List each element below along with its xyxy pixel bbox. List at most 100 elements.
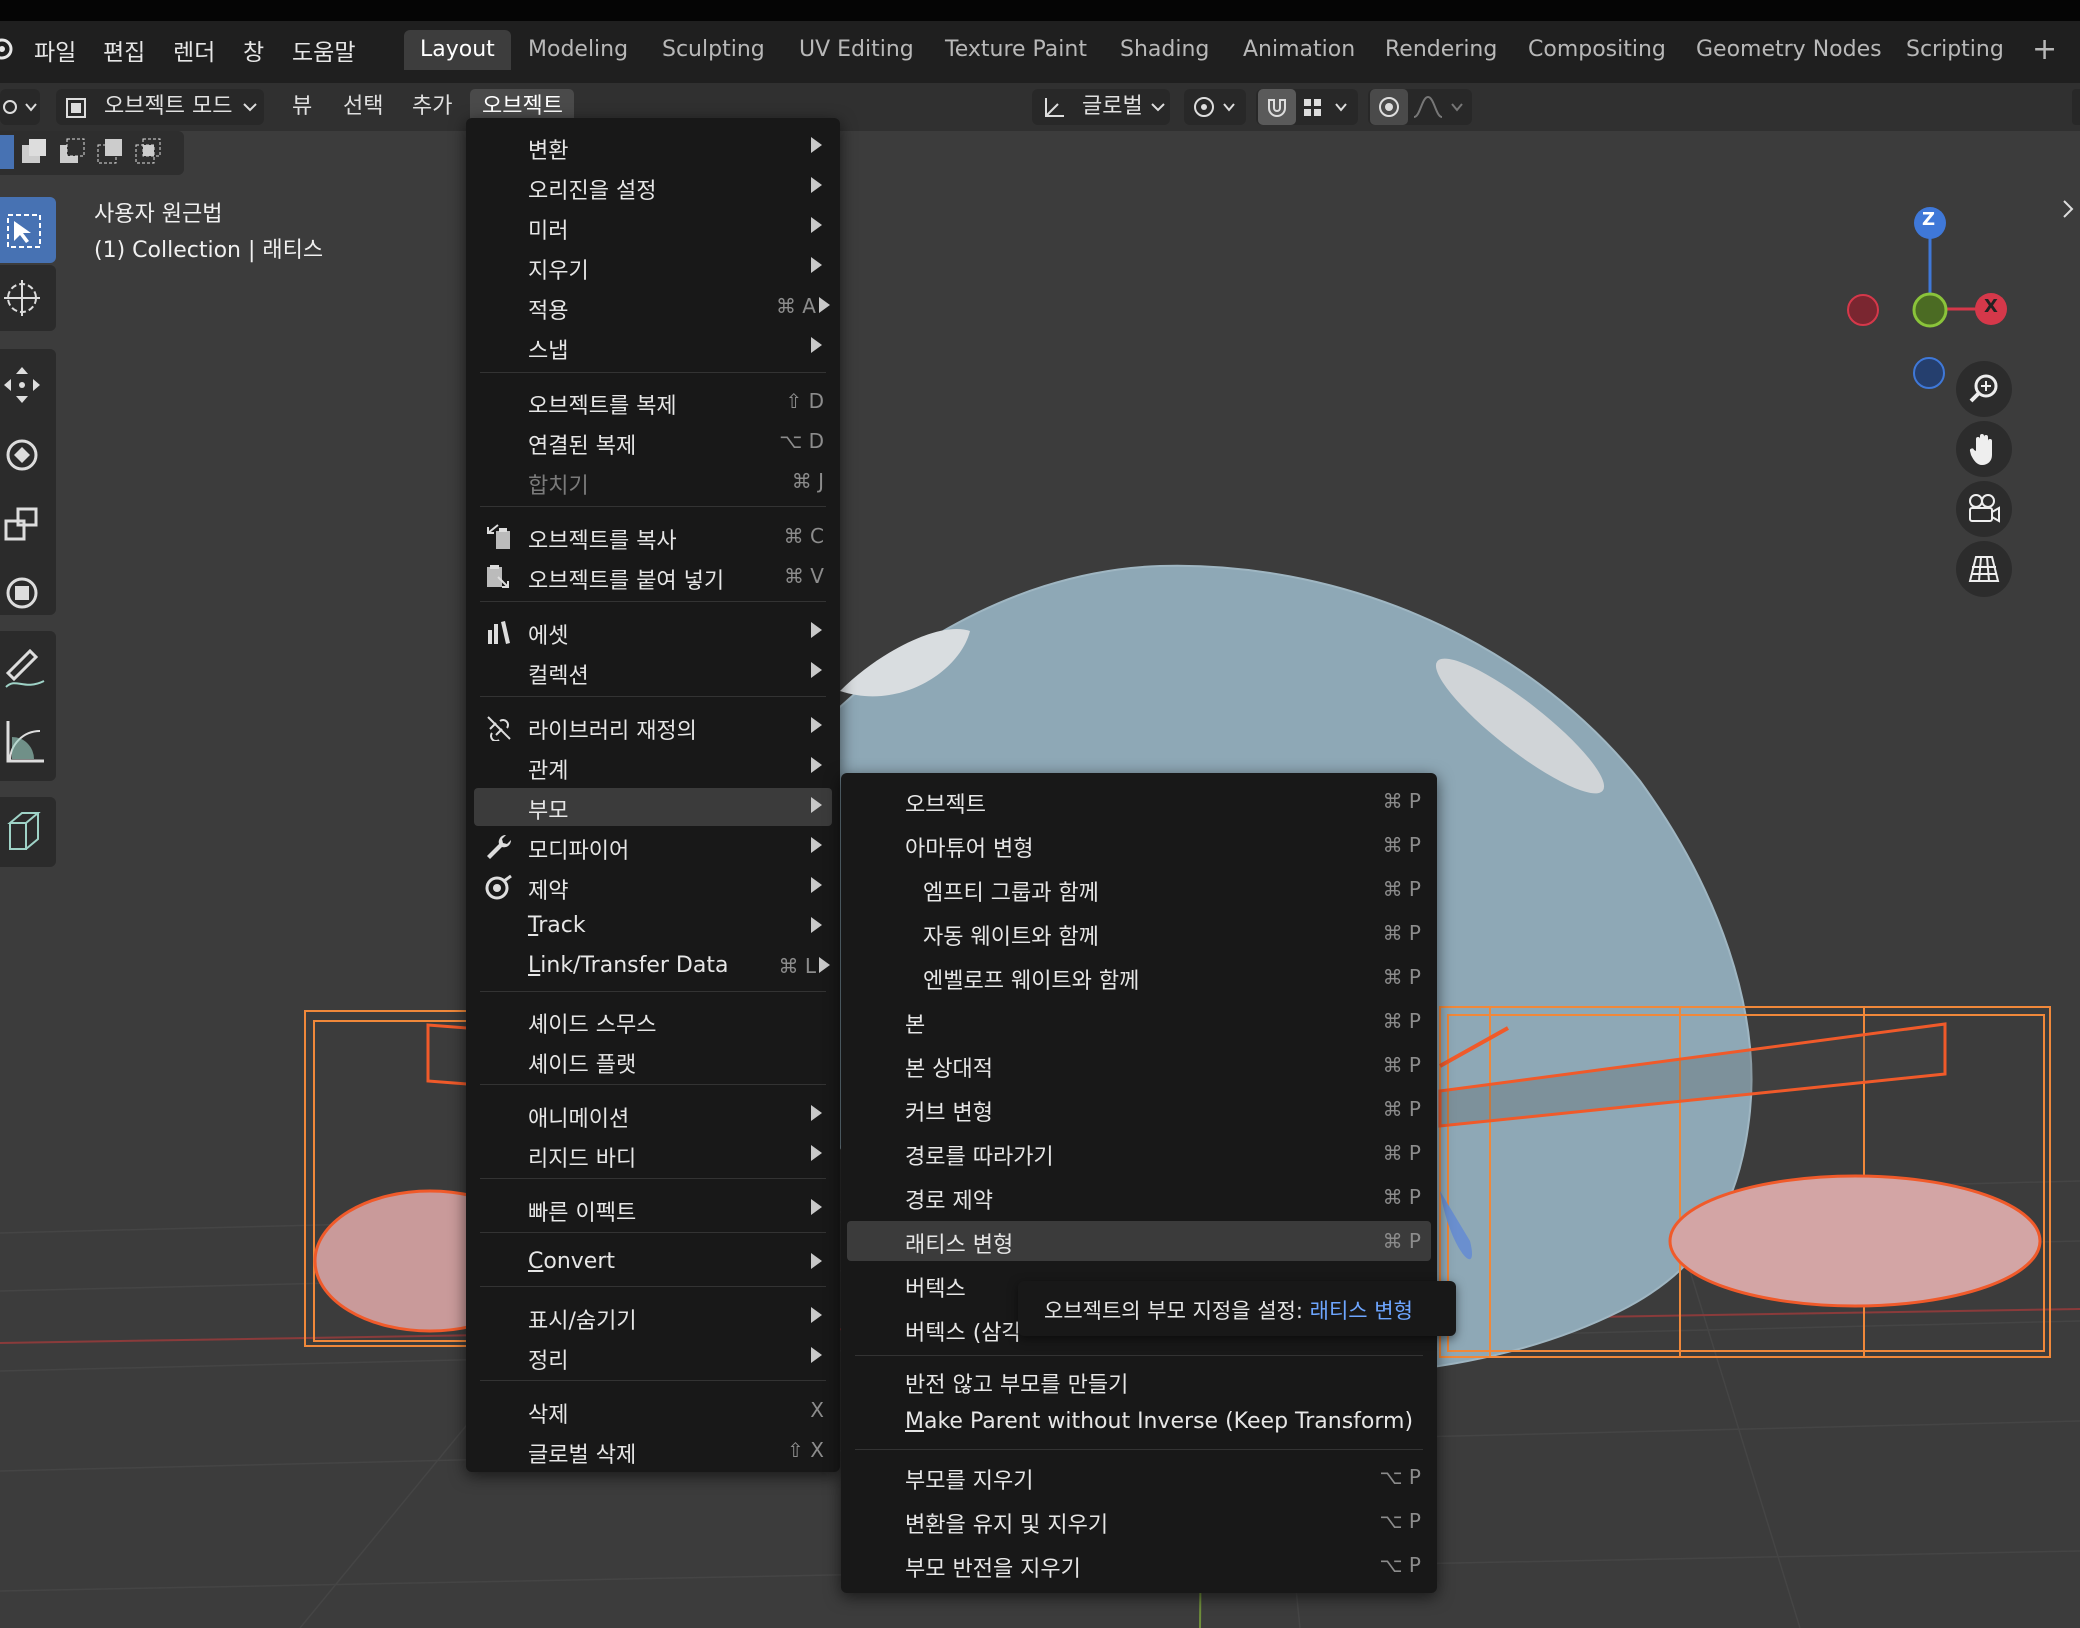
- tool-select-box[interactable]: [0, 197, 56, 263]
- tab-texture-paint[interactable]: Texture Paint: [929, 30, 1103, 70]
- object-menu-item[interactable]: 모디파이어: [474, 828, 832, 866]
- tool-add-cube[interactable]: [0, 797, 56, 867]
- snap-group[interactable]: [1256, 89, 1358, 125]
- tab-uv-editing[interactable]: UV Editing: [783, 30, 930, 70]
- object-menu-item[interactable]: 지우기: [474, 248, 832, 286]
- object-menu-item[interactable]: 오브젝트를 붙여 넣기 ⌘ V: [474, 558, 832, 596]
- object-menu-item[interactable]: 컬렉션: [474, 653, 832, 691]
- parent-menu-item[interactable]: 변환을 유지 및 지우기 ⌥ P: [847, 1501, 1431, 1541]
- submenu-arrow-icon: [819, 297, 830, 313]
- tab-rendering[interactable]: Rendering: [1369, 30, 1513, 70]
- add-workspace-button[interactable]: +: [2016, 30, 2073, 70]
- object-menu-item[interactable]: Track: [474, 908, 832, 946]
- parent-menu-item[interactable]: 경로를 따라가기 ⌘ P: [847, 1133, 1431, 1173]
- menu-window[interactable]: 창: [243, 33, 264, 67]
- menu-edit[interactable]: 편집: [103, 33, 145, 67]
- object-menu-item[interactable]: 스냅: [474, 328, 832, 366]
- camera-view-button[interactable]: [1956, 481, 2012, 537]
- parent-menu-item[interactable]: 엠프티 그룹과 함께 ⌘ P: [847, 869, 1431, 909]
- object-menu-item[interactable]: 에셋: [474, 613, 832, 651]
- object-menu-item[interactable]: 연결된 복제 ⌥ D: [474, 423, 832, 461]
- tab-compositing[interactable]: Compositing: [1512, 30, 1682, 70]
- object-menu-item[interactable]: 미러: [474, 208, 832, 246]
- menu-file[interactable]: 파일: [34, 33, 76, 67]
- proportional-edit-group[interactable]: [1368, 89, 1472, 125]
- object-menu-item[interactable]: 부모: [474, 788, 832, 826]
- menu-help[interactable]: 도움말: [292, 33, 355, 67]
- sidebar-toggle-icon[interactable]: [2060, 197, 2076, 221]
- object-menu-item[interactable]: 라이브러리 재정의: [474, 708, 832, 746]
- object-menu-item[interactable]: 리지드 바디: [474, 1136, 832, 1174]
- select-subtract-icon[interactable]: [58, 137, 86, 167]
- menu-separator: [480, 1084, 826, 1085]
- object-menu-item[interactable]: 오리진을 설정: [474, 168, 832, 206]
- move-icon[interactable]: [4, 365, 48, 405]
- pivot-point-dropdown[interactable]: [1184, 89, 1246, 125]
- annotate-icon[interactable]: [4, 647, 48, 691]
- select-new-button[interactable]: [0, 135, 14, 169]
- menu-item-label: 아마튜어 변형: [905, 837, 1034, 862]
- object-menu-item[interactable]: 관계: [474, 748, 832, 786]
- object-menu-item[interactable]: 오브젝트를 복사 ⌘ C: [474, 518, 832, 556]
- parent-menu-item[interactable]: 본 상대적 ⌘ P: [847, 1045, 1431, 1085]
- measure-icon[interactable]: [4, 717, 48, 767]
- tab-modeling[interactable]: Modeling: [512, 30, 644, 70]
- object-menu-item[interactable]: 삭제 X: [474, 1392, 832, 1430]
- parent-menu-item[interactable]: 부모를 지우기 ⌥ P: [847, 1457, 1431, 1497]
- object-menu-item[interactable]: 제약: [474, 868, 832, 906]
- parent-menu-item[interactable]: 본 ⌘ P: [847, 1001, 1431, 1041]
- menu-select[interactable]: 선택: [343, 83, 383, 131]
- parent-menu-item[interactable]: 커브 변형 ⌘ P: [847, 1089, 1431, 1129]
- select-extend-icon[interactable]: [20, 137, 48, 167]
- scale-icon[interactable]: [4, 503, 48, 547]
- blender-logo-icon[interactable]: [0, 35, 16, 69]
- parent-menu-item[interactable]: 자동 웨이트와 함께 ⌘ P: [847, 913, 1431, 953]
- object-menu-item[interactable]: 표시/숨기기: [474, 1298, 832, 1336]
- object-menu-item[interactable]: 정리: [474, 1338, 832, 1376]
- tab-sculpting[interactable]: Sculpting: [646, 30, 781, 70]
- menu-item-shortcut: ⌘ P: [1382, 877, 1421, 901]
- object-menu-item[interactable]: Link/Transfer Data ⌘ L: [474, 948, 832, 986]
- menu-item-label: 변환을 유지 및 지우기: [905, 1513, 1109, 1538]
- parent-menu-item[interactable]: 경로 제약 ⌘ P: [847, 1177, 1431, 1217]
- select-intersect-icon[interactable]: [134, 137, 162, 167]
- proportional-edit-toggle[interactable]: [1370, 89, 1408, 125]
- object-menu-item[interactable]: Convert: [474, 1244, 832, 1282]
- parent-menu-item[interactable]: 오브젝트 ⌘ P: [847, 781, 1431, 821]
- snap-toggle[interactable]: [1258, 89, 1296, 125]
- object-menu-item[interactable]: 애니메이션: [474, 1096, 832, 1134]
- tool-cursor[interactable]: [0, 265, 56, 331]
- transform-orientation-dropdown[interactable]: 글로벌: [1032, 89, 1170, 125]
- mode-dropdown[interactable]: 오브젝트 모드: [56, 89, 264, 125]
- parent-menu-item[interactable]: Make Parent without Inverse (Keep Transf…: [847, 1403, 1431, 1443]
- object-menu-item[interactable]: 셰이드 스무스: [474, 1002, 832, 1040]
- tab-layout[interactable]: Layout: [404, 30, 511, 70]
- rotate-icon[interactable]: [4, 433, 48, 477]
- object-menu-item[interactable]: 합치기 ⌘ J: [474, 463, 832, 501]
- object-menu-item[interactable]: 오브젝트를 복제 ⇧ D: [474, 383, 832, 421]
- transform-icon[interactable]: [4, 571, 48, 615]
- menu-render[interactable]: 렌더: [173, 33, 215, 67]
- parent-menu-item[interactable]: 래티스 변형 ⌘ P: [847, 1221, 1431, 1261]
- object-menu-item[interactable]: 적용 ⌘ A: [474, 288, 832, 326]
- tab-animation[interactable]: Animation: [1227, 30, 1371, 70]
- tab-geometry-nodes[interactable]: Geometry Nodes: [1680, 30, 1898, 70]
- parent-menu-item[interactable]: 부모 반전을 지우기 ⌥ P: [847, 1545, 1431, 1585]
- snap-grid-icon: [1304, 99, 1347, 116]
- select-invert-icon[interactable]: [96, 137, 124, 167]
- parent-menu-item[interactable]: 엔벨로프 웨이트와 함께 ⌘ P: [847, 957, 1431, 997]
- perspective-toggle-button[interactable]: [1956, 541, 2012, 597]
- menu-view[interactable]: 뷰: [292, 83, 312, 131]
- tab-shading[interactable]: Shading: [1104, 30, 1225, 70]
- menu-add[interactable]: 추가: [412, 83, 452, 131]
- object-menu-item[interactable]: 빠른 이펙트: [474, 1190, 832, 1228]
- object-menu-item[interactable]: 변환: [474, 128, 832, 166]
- parent-menu-item[interactable]: 아마튜어 변형 ⌘ P: [847, 825, 1431, 865]
- pan-button[interactable]: [1956, 421, 2012, 477]
- object-menu-item[interactable]: 글로벌 삭제 ⇧ X: [474, 1432, 832, 1470]
- tab-scripting[interactable]: Scripting: [1890, 30, 2020, 70]
- object-menu-item[interactable]: 셰이드 플랫: [474, 1042, 832, 1080]
- editor-type-button[interactable]: [0, 89, 40, 125]
- parent-menu-item[interactable]: 반전 않고 부모를 만들기: [847, 1361, 1431, 1401]
- zoom-button[interactable]: [1956, 361, 2012, 417]
